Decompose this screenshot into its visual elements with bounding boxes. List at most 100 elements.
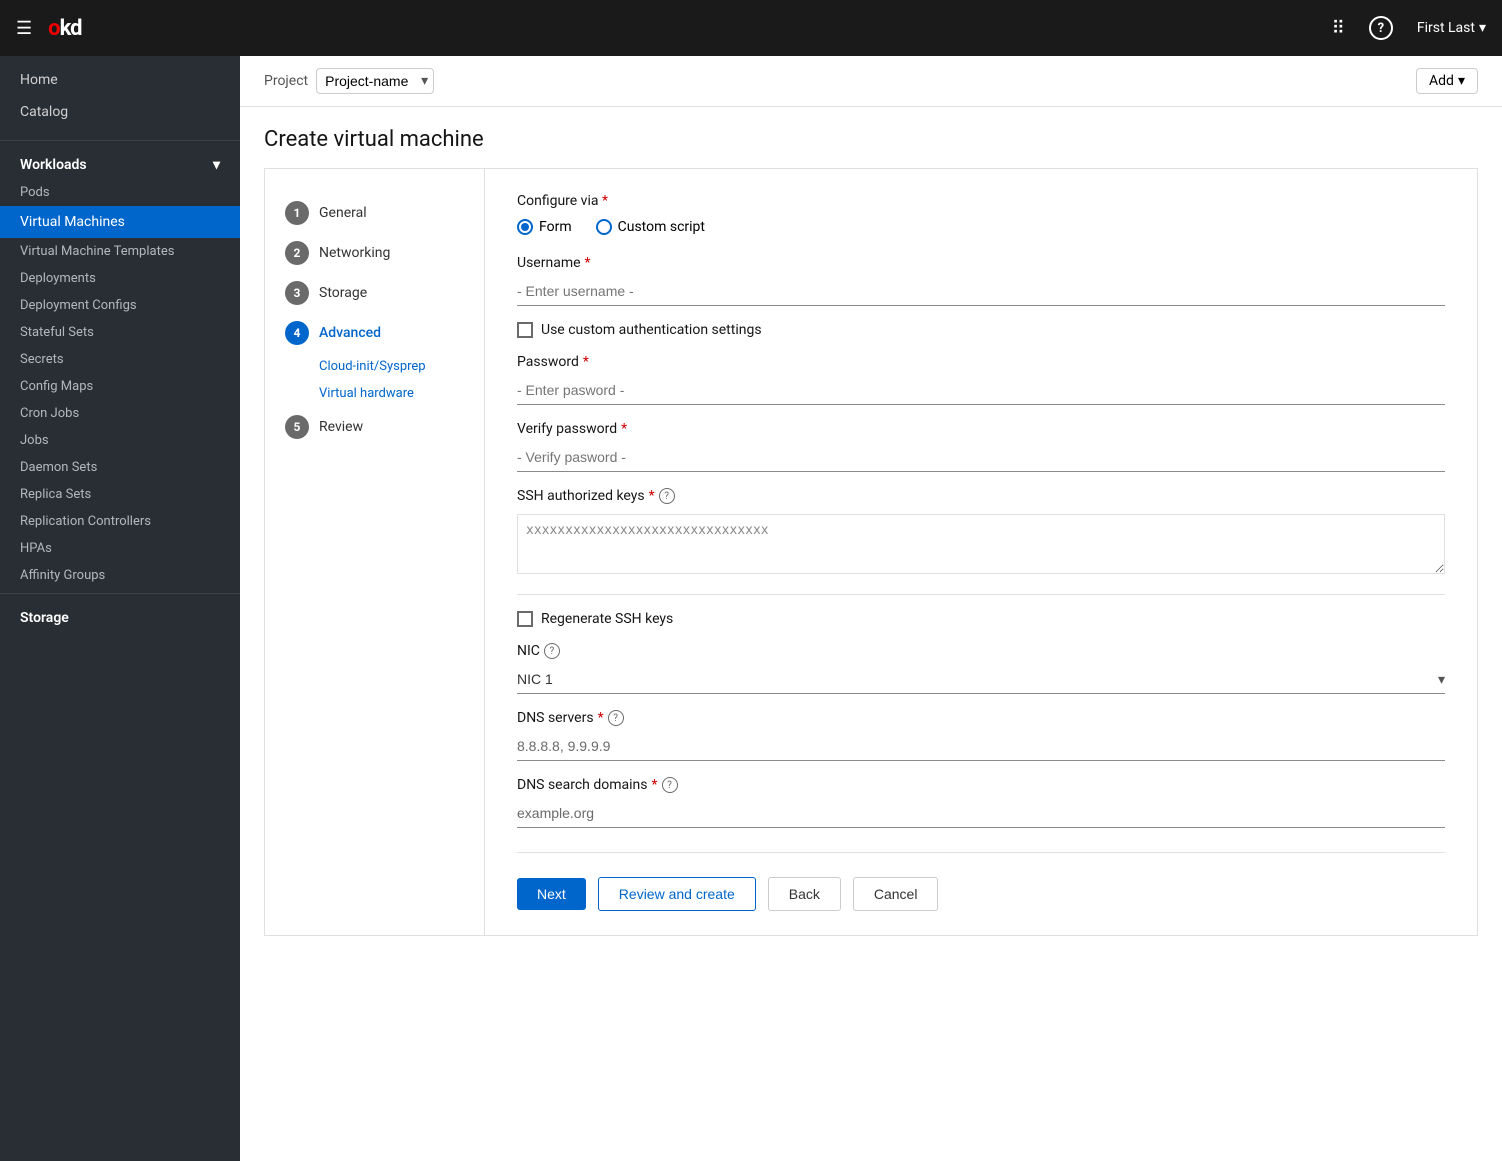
sidebar-item-hpas[interactable]: HPAs xyxy=(0,535,240,562)
form-container: 1 General 2 Networking 3 Storage 4 Advan… xyxy=(264,168,1478,936)
review-create-button[interactable]: Review and create xyxy=(598,877,756,911)
regenerate-ssh-checkbox[interactable] xyxy=(517,611,533,627)
sidebar-item-config-maps[interactable]: Config Maps xyxy=(0,373,240,400)
step-5-num: 5 xyxy=(285,415,309,439)
username-group: Username * xyxy=(517,255,1445,306)
sidebar-item-jobs[interactable]: Jobs xyxy=(0,427,240,454)
chevron-down-icon xyxy=(1479,20,1486,36)
configure-via-group: Configure via * Form Custom script xyxy=(517,193,1445,235)
password-group: Password * xyxy=(517,354,1445,405)
step-sub-virtual-hardware[interactable]: Virtual hardware xyxy=(281,380,468,407)
custom-auth-row[interactable]: Use custom authentication settings xyxy=(517,322,1445,338)
custom-auth-checkbox[interactable] xyxy=(517,322,533,338)
chevron-down-icon: ▾ xyxy=(213,157,220,173)
configure-via-label: Configure via * xyxy=(517,193,1445,209)
dns-search-help-icon[interactable]: ? xyxy=(662,777,678,793)
sidebar-workloads-header[interactable]: Workloads ▾ xyxy=(0,145,240,179)
project-select[interactable]: Project-name xyxy=(316,68,434,94)
regenerate-ssh-row[interactable]: Regenerate SSH keys xyxy=(517,611,1445,627)
help-icon[interactable]: ? xyxy=(1369,16,1393,40)
nic-select-wrapper: NIC 1 ▾ xyxy=(517,665,1445,694)
next-button[interactable]: Next xyxy=(517,878,586,910)
sidebar-item-stateful-sets[interactable]: Stateful Sets xyxy=(0,319,240,346)
step-storage[interactable]: 3 Storage xyxy=(281,273,468,313)
chevron-down-icon: ▾ xyxy=(1458,73,1465,89)
nic-label: NIC ? xyxy=(517,643,1445,659)
sidebar-storage-header[interactable]: Storage xyxy=(0,598,240,632)
add-button[interactable]: Add ▾ xyxy=(1416,68,1478,94)
ssh-keys-label: SSH authorized keys * ? xyxy=(517,488,1445,504)
logo: okd xyxy=(48,16,81,41)
hamburger-icon[interactable]: ☰ xyxy=(16,18,32,39)
page-title-bar: Create virtual machine xyxy=(240,107,1502,168)
step-general[interactable]: 1 General xyxy=(281,193,468,233)
username-label: Username * xyxy=(517,255,1445,271)
dns-servers-help-icon[interactable]: ? xyxy=(608,710,624,726)
topbar: ☰ okd ⠿ ? First Last xyxy=(0,0,1502,56)
verify-password-input[interactable] xyxy=(517,443,1445,472)
step-networking[interactable]: 2 Networking xyxy=(281,233,468,273)
form-actions: Next Review and create Back Cancel xyxy=(517,852,1445,911)
ssh-keys-textarea[interactable]: xxxxxxxxxxxxxxxxxxxxxxxxxxxxxxx xyxy=(517,514,1445,574)
dns-servers-label: DNS servers * ? xyxy=(517,710,1445,726)
sidebar-item-cron-jobs[interactable]: Cron Jobs xyxy=(0,400,240,427)
step-1-label: General xyxy=(319,205,367,221)
sidebar-item-pods[interactable]: Pods xyxy=(0,179,240,206)
sidebar-item-secrets[interactable]: Secrets xyxy=(0,346,240,373)
radio-form[interactable]: Form xyxy=(517,219,572,235)
sidebar-item-replication-controllers[interactable]: Replication Controllers xyxy=(0,508,240,535)
steps-panel: 1 General 2 Networking 3 Storage 4 Advan… xyxy=(265,169,485,935)
configure-via-radio-group: Form Custom script xyxy=(517,219,1445,235)
ssh-divider xyxy=(517,594,1445,595)
step-4-num: 4 xyxy=(285,321,309,345)
content-area: Project Project-name Add ▾ Create virtua… xyxy=(240,56,1502,1161)
sidebar-item-vm-templates[interactable]: Virtual Machine Templates xyxy=(0,238,240,265)
project-selector[interactable]: Project-name xyxy=(316,68,434,94)
sidebar-item-home[interactable]: Home xyxy=(0,64,240,96)
ssh-keys-group: SSH authorized keys * ? xxxxxxxxxxxxxxxx… xyxy=(517,488,1445,578)
step-advanced[interactable]: 4 Advanced xyxy=(281,313,468,353)
step-3-label: Storage xyxy=(319,285,367,301)
ssh-keys-help-icon[interactable]: ? xyxy=(659,488,675,504)
dns-servers-group: DNS servers * ? xyxy=(517,710,1445,761)
dns-servers-input[interactable] xyxy=(517,732,1445,761)
page-title: Create virtual machine xyxy=(264,127,1478,152)
cancel-button[interactable]: Cancel xyxy=(853,877,939,911)
form-main: Configure via * Form Custom script xyxy=(485,169,1477,935)
sidebar-item-virtual-machines[interactable]: Virtual Machines xyxy=(0,206,240,238)
project-label: Project xyxy=(264,73,308,89)
step-5-label: Review xyxy=(319,419,363,435)
radio-custom-script-circle xyxy=(596,219,612,235)
step-2-label: Networking xyxy=(319,245,390,261)
step-2-num: 2 xyxy=(285,241,309,265)
step-1-num: 1 xyxy=(285,201,309,225)
dns-search-input[interactable] xyxy=(517,799,1445,828)
verify-password-group: Verify password * xyxy=(517,421,1445,472)
verify-password-label: Verify password * xyxy=(517,421,1445,437)
radio-form-circle xyxy=(517,219,533,235)
sidebar-item-catalog[interactable]: Catalog xyxy=(0,96,240,128)
nic-select[interactable]: NIC 1 xyxy=(517,665,1445,694)
sidebar-item-daemon-sets[interactable]: Daemon Sets xyxy=(0,454,240,481)
sidebar-item-affinity-groups[interactable]: Affinity Groups xyxy=(0,562,240,589)
back-button[interactable]: Back xyxy=(768,877,841,911)
password-label: Password * xyxy=(517,354,1445,370)
project-bar: Project Project-name Add ▾ xyxy=(240,56,1502,107)
password-input[interactable] xyxy=(517,376,1445,405)
sidebar-item-deployments[interactable]: Deployments xyxy=(0,265,240,292)
sidebar-item-replica-sets[interactable]: Replica Sets xyxy=(0,481,240,508)
step-4-label: Advanced xyxy=(319,325,381,341)
nic-help-icon[interactable]: ? xyxy=(544,643,560,659)
dns-search-label: DNS search domains * ? xyxy=(517,777,1445,793)
nic-group: NIC ? NIC 1 ▾ xyxy=(517,643,1445,694)
radio-custom-script[interactable]: Custom script xyxy=(596,219,705,235)
sidebar: Home Catalog Workloads ▾ Pods Virtual Ma… xyxy=(0,56,240,1161)
user-menu[interactable]: First Last xyxy=(1417,20,1486,36)
dns-search-group: DNS search domains * ? xyxy=(517,777,1445,828)
sidebar-item-deployment-configs[interactable]: Deployment Configs xyxy=(0,292,240,319)
username-input[interactable] xyxy=(517,277,1445,306)
step-3-num: 3 xyxy=(285,281,309,305)
step-sub-cloud-init[interactable]: Cloud-init/Sysprep xyxy=(281,353,468,380)
grid-icon[interactable]: ⠿ xyxy=(1332,18,1345,39)
step-review[interactable]: 5 Review xyxy=(281,407,468,447)
